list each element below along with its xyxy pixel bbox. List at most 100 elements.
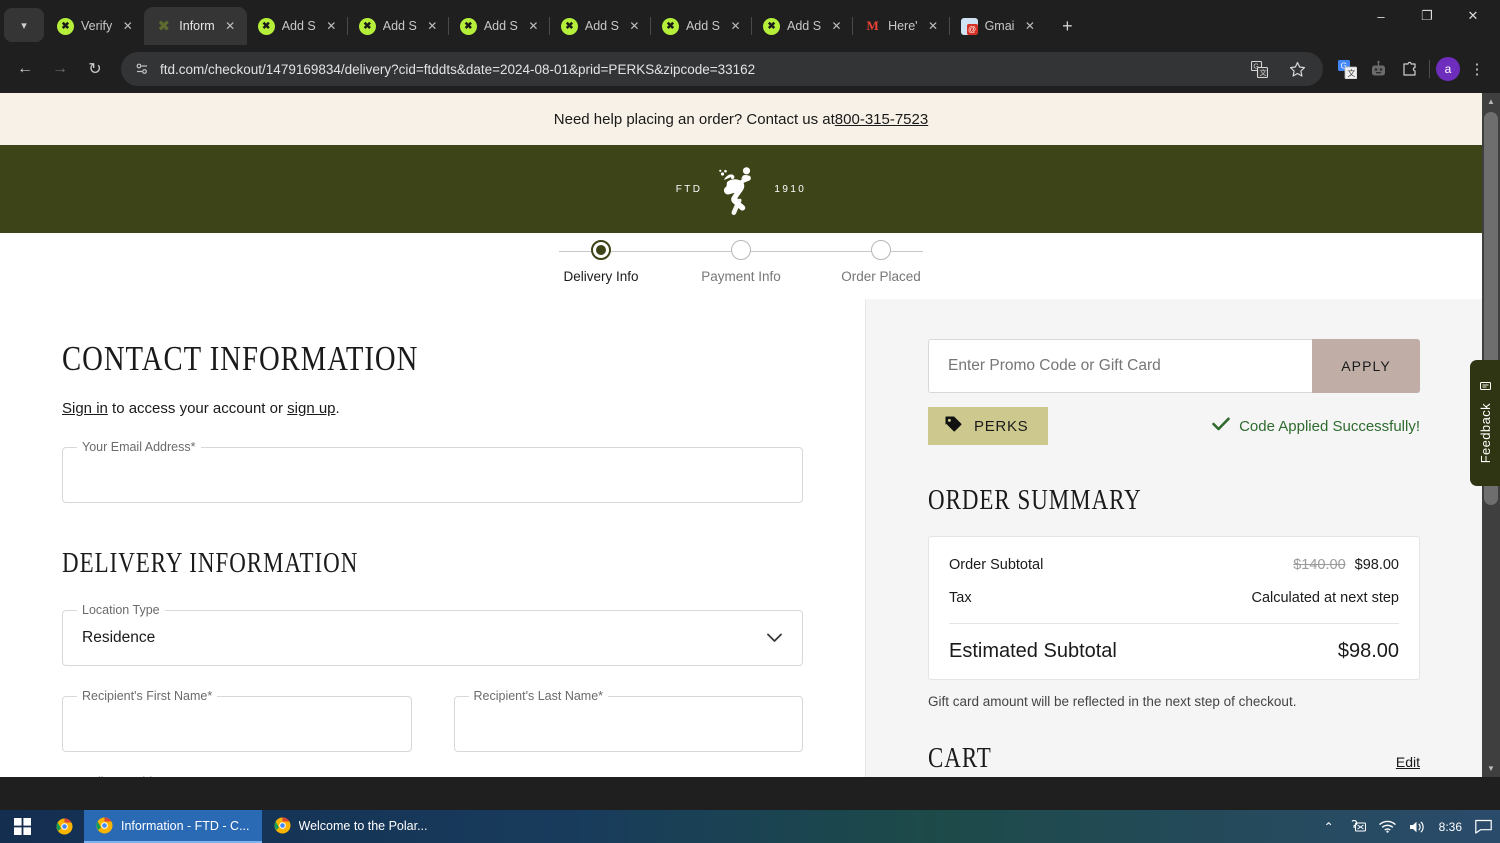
summary-row: Order Subtotal $140.00 $98.00	[949, 557, 1399, 573]
close-window-button[interactable]: ✕	[1450, 0, 1496, 32]
bookmark-star-icon[interactable]	[1283, 55, 1311, 83]
google-translate-extension-icon[interactable]: G文	[1333, 55, 1361, 83]
show-hidden-icons-chevron[interactable]: ⌃	[1324, 820, 1334, 834]
close-tab-button[interactable]: ✕	[626, 18, 643, 35]
help-phone-link[interactable]: 800-315-7523	[835, 111, 928, 128]
tab-search-button[interactable]: ▾	[4, 8, 44, 42]
checkout-step[interactable]: Delivery Info	[541, 240, 661, 284]
chevron-down-icon[interactable]	[767, 631, 782, 646]
browser-tab[interactable]: ✖ Add S ✕	[447, 7, 550, 45]
taskbar-clock[interactable]: 8:36	[1439, 820, 1462, 834]
scroll-down-arrow[interactable]: ▼	[1482, 760, 1500, 777]
browser-toolbar: ← → ↻ ftd.com/checkout/1479169834/delive…	[0, 45, 1500, 93]
estimated-subtotal-label: Estimated Subtotal	[949, 640, 1117, 662]
browser-window: ▾ ✖ Verify ✕ ✖ Inform ✕ ✖ Add S ✕ ✖ Add S ✕ ✖ Add S ✕ ✖…	[0, 0, 1500, 810]
robot-extension-icon[interactable]	[1364, 55, 1392, 83]
browser-tab[interactable]: @ Gmai ✕	[948, 7, 1047, 45]
extensions-puzzle-icon[interactable]	[1395, 55, 1423, 83]
browser-tab-title: Add S	[787, 19, 822, 33]
summary-value-group: Calculated at next step	[1251, 590, 1399, 606]
browser-tab[interactable]: ✖ Add S ✕	[548, 7, 651, 45]
site-header: FTD 1910	[0, 145, 1482, 233]
order-summary-heading: ORDER SUMMARY	[928, 485, 1142, 516]
checkout-step[interactable]: Payment Info	[681, 240, 801, 284]
browser-menu-icon[interactable]: ⋮	[1463, 55, 1491, 83]
taskbar-window-button[interactable]: Welcome to the Polar...	[262, 810, 440, 843]
page-viewport: Need help placing an order? Contact us a…	[0, 93, 1500, 777]
back-icon[interactable]: ←	[9, 53, 41, 85]
chrome-icon	[96, 817, 113, 834]
profile-avatar[interactable]: a	[1436, 57, 1460, 81]
close-tab-button[interactable]: ✕	[1021, 18, 1038, 35]
tab-separator	[751, 17, 753, 35]
translate-icon[interactable]: G文	[1245, 55, 1273, 83]
close-tab-button[interactable]: ✕	[828, 18, 845, 35]
close-tab-button[interactable]: ✕	[119, 18, 136, 35]
promo-code-input[interactable]: Enter Promo Code or Gift Card	[928, 339, 1312, 393]
location-type-select[interactable]: Location Type Residence	[62, 603, 803, 666]
checkout-content: CONTACT INFORMATION Sign in to access yo…	[0, 299, 1482, 777]
minimize-button[interactable]: –	[1358, 0, 1404, 32]
new-tab-button[interactable]: +	[1052, 11, 1082, 41]
keyboard-icon[interactable]	[1347, 820, 1366, 833]
checkout-page: Need help placing an order? Contact us a…	[0, 93, 1482, 777]
summary-original-price: $140.00	[1293, 557, 1346, 573]
scroll-up-arrow[interactable]: ▲	[1482, 93, 1500, 110]
browser-tab[interactable]: ✖ Add S ✕	[649, 7, 752, 45]
recipient-last-name-field[interactable]: Recipient's Last Name*	[453, 689, 803, 752]
ftd-favicon-icon: ✖	[257, 17, 275, 35]
step-dot-icon	[731, 240, 751, 260]
address-bar[interactable]: ftd.com/checkout/1479169834/delivery?cid…	[121, 52, 1323, 86]
svg-text:文: 文	[1259, 68, 1266, 77]
summary-row: Tax Calculated at next step	[949, 590, 1399, 606]
feedback-tab[interactable]: Feedback	[1470, 360, 1500, 486]
close-tab-button[interactable]: ✕	[925, 18, 942, 35]
toolbar-divider	[1429, 60, 1430, 78]
close-tab-button[interactable]: ✕	[323, 18, 340, 35]
reload-icon[interactable]: ↻	[79, 53, 111, 85]
close-tab-button[interactable]: ✕	[525, 18, 542, 35]
perks-chip[interactable]: PERKS	[928, 407, 1049, 445]
browser-tab[interactable]: ✖ Add S ✕	[751, 7, 853, 45]
recipient-name-row: Recipient's First Name* Recipient's Last…	[62, 666, 803, 752]
contact-information-heading: CONTACT INFORMATION	[62, 339, 419, 378]
sign-up-link[interactable]: sign up	[287, 400, 335, 417]
tab-separator	[948, 17, 950, 35]
browser-tab[interactable]: M Here' ✕	[852, 7, 949, 45]
mercury-logo-icon[interactable]	[710, 158, 766, 220]
recipient-first-name-field[interactable]: Recipient's First Name*	[62, 689, 412, 752]
email-field[interactable]: Your Email Address*	[62, 440, 803, 503]
browser-tab[interactable]: ✖ Add S ✕	[346, 7, 449, 45]
volume-icon[interactable]	[1409, 820, 1426, 834]
close-tab-button[interactable]: ✕	[222, 18, 239, 35]
close-tab-button[interactable]: ✕	[424, 18, 441, 35]
taskbar-window-button[interactable]: Information - FTD - C...	[84, 810, 262, 843]
promo-applied-status: Code Applied Successfully!	[1212, 417, 1420, 435]
url-text: ftd.com/checkout/1479169834/delivery?cid…	[160, 61, 756, 77]
ftd-favicon-icon: ✖	[358, 17, 376, 35]
svg-text:文: 文	[1347, 68, 1355, 78]
browser-tab[interactable]: ✖ Verify ✕	[46, 7, 144, 45]
signin-mid-text: to access your account or	[107, 400, 288, 417]
edit-cart-link[interactable]: Edit	[1396, 754, 1420, 770]
promo-applied-text: Code Applied Successfully!	[1239, 417, 1420, 435]
start-button[interactable]	[0, 810, 44, 843]
maximize-button[interactable]: ❐	[1404, 0, 1450, 32]
notification-icon[interactable]	[1475, 819, 1492, 834]
location-type-value: Residence	[82, 629, 156, 646]
sign-in-link[interactable]: Sign in	[62, 400, 108, 417]
apply-promo-button[interactable]: APPLY	[1312, 339, 1420, 393]
forward-icon: →	[52, 60, 68, 77]
close-tab-button[interactable]: ✕	[727, 18, 744, 35]
summary-value: Calculated at next step	[1251, 590, 1399, 606]
wifi-icon[interactable]	[1378, 820, 1396, 833]
browser-tab[interactable]: ✖ Inform ✕	[144, 7, 247, 45]
checkout-form-column: CONTACT INFORMATION Sign in to access yo…	[0, 299, 865, 777]
browser-tab[interactable]: ✖ Add S ✕	[247, 7, 348, 45]
step-label: Delivery Info	[563, 269, 639, 284]
email-field-label: Your Email Address*	[77, 440, 201, 454]
checkout-step[interactable]: Order Placed	[821, 240, 941, 284]
site-settings-icon[interactable]	[135, 62, 149, 76]
summary-label: Tax	[949, 590, 972, 606]
taskbar-chrome-shortcut[interactable]	[44, 810, 84, 843]
